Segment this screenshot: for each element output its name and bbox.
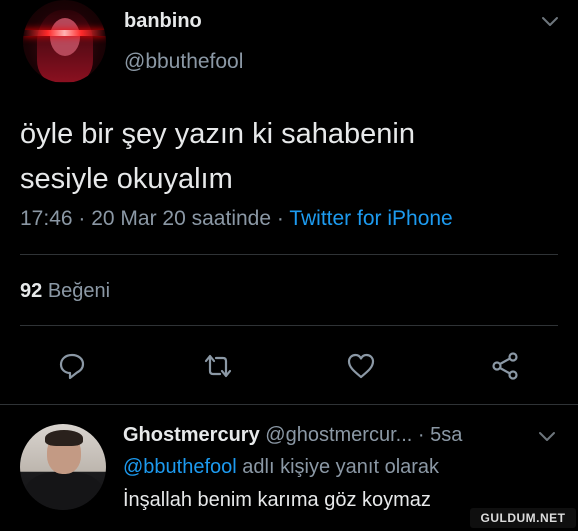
tweet-source-link[interactable]: Twitter for iPhone	[289, 207, 452, 230]
user-handle[interactable]: @bbuthefool	[124, 50, 243, 74]
reply-mention-link[interactable]: @bbuthefool	[123, 456, 237, 478]
chevron-down-icon[interactable]	[540, 12, 560, 32]
meta-separator: ·	[271, 207, 290, 230]
tweet-date[interactable]: 20 Mar 20 saatinde	[91, 207, 271, 230]
reply-handle[interactable]: @ghostmercur...	[265, 424, 412, 446]
heart-icon[interactable]	[346, 351, 376, 381]
tweet-meta: 17:46 · 20 Mar 20 saatinde · Twitter for…	[20, 207, 453, 231]
meta-separator: ·	[72, 207, 92, 230]
display-name[interactable]: banbino	[124, 10, 202, 33]
avatar-body	[25, 472, 103, 510]
replying-to: @bbuthefool adlı kişiye yanıt olarak	[123, 456, 439, 479]
reply-text: İnşallah benim karıma göz koymaz	[123, 489, 431, 511]
tweet-text-line: sesiyle okuyalım	[20, 163, 233, 195]
reply-time: · 5sa	[417, 424, 463, 446]
share-icon[interactable]	[490, 351, 520, 381]
watermark: GULDUM.NET	[470, 508, 576, 528]
reply-avatar[interactable]	[20, 424, 106, 510]
divider	[20, 254, 558, 255]
tweet-text: öyle bir şey yazın ki sahabenin sesiyle …	[20, 112, 560, 202]
laser-eyes-effect	[23, 30, 106, 36]
likes-count[interactable]: 92 Beğeni	[20, 280, 110, 303]
replying-to-label: adlı kişiye yanıt olarak	[242, 456, 440, 478]
avatar-face	[50, 18, 80, 56]
reply-icon[interactable]	[57, 351, 87, 381]
tweet-time[interactable]: 17:46	[20, 207, 73, 230]
divider	[20, 325, 558, 326]
avatar-hair	[45, 430, 83, 446]
avatar[interactable]	[23, 0, 106, 83]
reply-display-name[interactable]: Ghostmercury	[123, 424, 260, 446]
likes-number: 92	[20, 280, 43, 302]
section-divider	[0, 404, 578, 405]
retweet-icon[interactable]	[203, 351, 233, 381]
tweet-text-line: öyle bir şey yazın ki sahabenin	[20, 118, 415, 150]
likes-label: Beğeni	[47, 280, 111, 302]
reply-header: Ghostmercury @ghostmercur... · 5sa	[123, 424, 462, 447]
chevron-down-icon[interactable]	[537, 427, 557, 447]
